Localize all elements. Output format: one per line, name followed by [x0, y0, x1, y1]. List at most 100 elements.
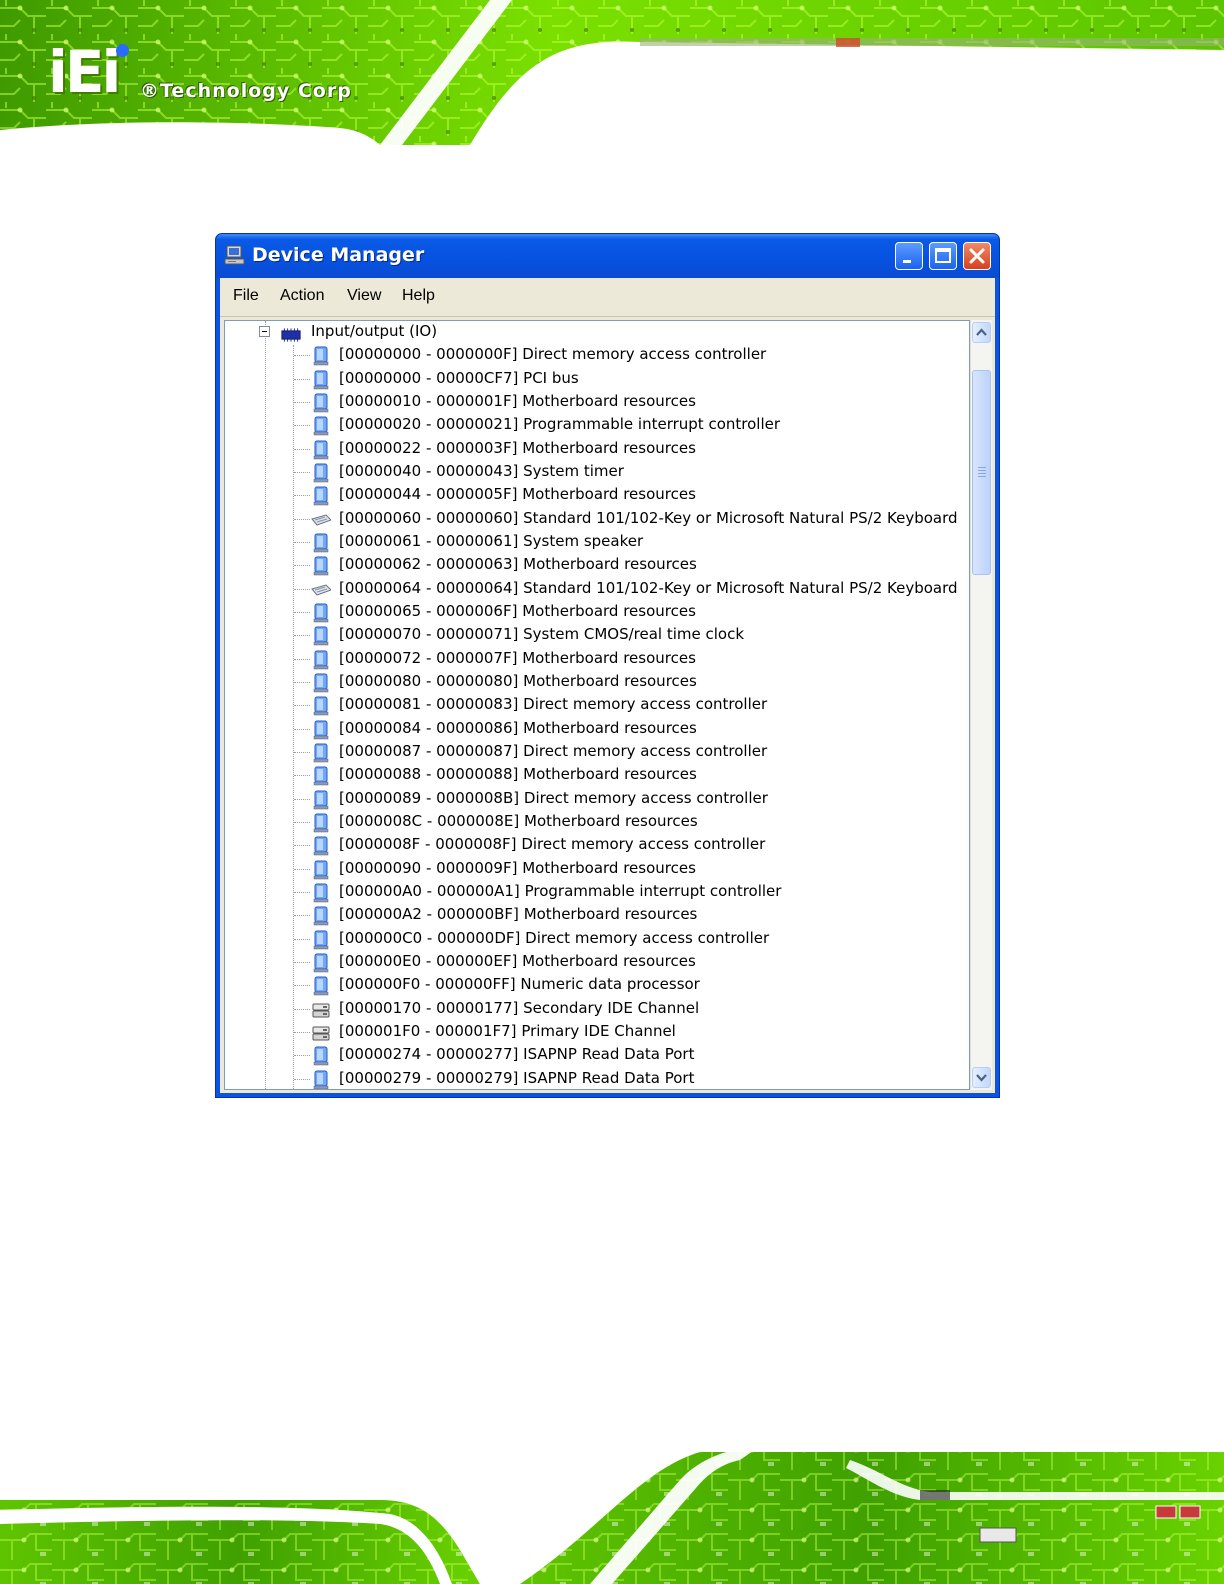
tree-item[interactable]: [000000A2 - 000000BF] Motherboard resour… — [225, 904, 965, 927]
tree-item-label: [000000F0 - 000000FF] Numeric data proce… — [339, 975, 700, 993]
tree-item[interactable]: [00000000 - 0000000F] Direct memory acce… — [225, 344, 965, 367]
tree-item[interactable]: [00000080 - 00000080] Motherboard resour… — [225, 671, 965, 694]
content-area: Input/output (IO) [00000000 - 0000000F] … — [220, 317, 995, 1093]
tree-item[interactable]: [00000088 - 00000088] Motherboard resour… — [225, 764, 965, 787]
tree-item[interactable]: [00000000 - 00000CF7] PCI bus — [225, 368, 965, 391]
tree-item[interactable]: [000000E0 - 000000EF] Motherboard resour… — [225, 951, 965, 974]
io-range: [00000020 - 00000021] — [339, 415, 519, 433]
system-device-icon — [313, 813, 329, 833]
tree-item-label: [000000E0 - 000000EF] Motherboard resour… — [339, 952, 696, 970]
io-range: [00000060 - 00000060] — [339, 509, 519, 527]
vertical-scrollbar[interactable] — [970, 320, 992, 1090]
tree-connector — [294, 1009, 310, 1010]
system-device-icon — [313, 416, 329, 436]
tree-item[interactable]: [000000A0 - 000000A1] Programmable inter… — [225, 881, 965, 904]
tree-item[interactable]: [00000065 - 0000006F] Motherboard resour… — [225, 601, 965, 624]
tree-item[interactable]: [00000170 - 00000177] Secondary IDE Chan… — [225, 998, 965, 1021]
device-name: Standard 101/102-Key or Microsoft Natura… — [523, 509, 958, 527]
menu-view[interactable]: View — [347, 287, 381, 305]
tree-item[interactable]: [00000064 - 00000064] Standard 101/102-K… — [225, 578, 965, 601]
tree-item[interactable]: [00000084 - 00000086] Motherboard resour… — [225, 718, 965, 741]
title-bar[interactable]: Device Manager — [216, 234, 999, 278]
io-range: [00000072 - 0000007F] — [339, 649, 518, 667]
tree-item[interactable]: [0000008C - 0000008E] Motherboard resour… — [225, 811, 965, 834]
tree-item[interactable]: [00000044 - 0000005F] Motherboard resour… — [225, 484, 965, 507]
system-device-icon — [313, 790, 329, 810]
io-range: [00000070 - 00000071] — [339, 625, 519, 643]
tree-connector — [294, 962, 310, 963]
tree-connector — [294, 402, 310, 403]
tree-connector — [294, 449, 310, 450]
device-name: Direct memory access controller — [523, 695, 768, 713]
io-range: [00000090 - 0000009F] — [339, 859, 518, 877]
tree-item-label: [00000088 - 00000088] Motherboard resour… — [339, 765, 697, 783]
maximize-button[interactable] — [929, 242, 957, 270]
tree-item[interactable]: [000000F0 - 000000FF] Numeric data proce… — [225, 974, 965, 997]
tree-item[interactable]: [00000060 - 00000060] Standard 101/102-K… — [225, 508, 965, 531]
scroll-up-button[interactable] — [972, 322, 991, 343]
scrollbar-thumb[interactable] — [972, 370, 991, 575]
device-name: Direct memory access controller — [521, 835, 766, 853]
io-range: [00000040 - 00000043] — [339, 462, 519, 480]
menu-help[interactable]: Help — [402, 287, 435, 305]
scroll-up-arrow-icon — [976, 328, 987, 336]
device-tree[interactable]: Input/output (IO) [00000000 - 0000000F] … — [224, 320, 970, 1090]
minimize-icon — [903, 260, 911, 263]
io-range: [00000064 - 00000064] — [339, 579, 519, 597]
device-name: Direct memory access controller — [523, 789, 768, 807]
system-device-icon — [313, 906, 329, 926]
tree-connector — [294, 752, 310, 753]
device-name: Direct memory access controller — [525, 929, 770, 947]
io-range: [00000044 - 0000005F] — [339, 485, 518, 503]
tree-item-label: [00000022 - 0000003F] Motherboard resour… — [339, 439, 696, 457]
tree-item-label: [00000274 - 00000277] ISAPNP Read Data P… — [339, 1045, 694, 1063]
tree-item[interactable]: [000001F0 - 000001F7] Primary IDE Channe… — [225, 1021, 965, 1044]
tree-item[interactable]: [00000090 - 0000009F] Motherboard resour… — [225, 858, 965, 881]
tree-item[interactable]: [00000062 - 00000063] Motherboard resour… — [225, 554, 965, 577]
device-name: Standard 101/102-Key or Microsoft Natura… — [523, 579, 958, 597]
tree-connector — [294, 495, 310, 496]
device-name: Motherboard resources — [522, 649, 696, 667]
thumb-grip — [978, 470, 986, 471]
tree-item[interactable]: [00000022 - 0000003F] Motherboard resour… — [225, 438, 965, 461]
io-range: [00000000 - 0000000F] — [339, 345, 518, 363]
tree-item[interactable]: [00000087 - 00000087] Direct memory acce… — [225, 741, 965, 764]
tree-item-label: [0000008C - 0000008E] Motherboard resour… — [339, 812, 698, 830]
tree-item-label: [00000084 - 00000086] Motherboard resour… — [339, 719, 697, 737]
tree-item[interactable]: [00000010 - 0000001F] Motherboard resour… — [225, 391, 965, 414]
tree-connector — [294, 1032, 310, 1033]
tree-item[interactable]: [00000279 - 00000279] ISAPNP Read Data P… — [225, 1068, 965, 1089]
tree-connector — [294, 845, 310, 846]
tree-item[interactable]: [00000274 - 00000277] ISAPNP Read Data P… — [225, 1044, 965, 1067]
tree-item[interactable]: [00000089 - 0000008B] Direct memory acce… — [225, 788, 965, 811]
close-button[interactable] — [963, 242, 991, 270]
thumb-grip — [978, 467, 986, 468]
device-name: Programmable interrupt controller — [523, 415, 781, 433]
tree-connector — [294, 425, 310, 426]
tree-item-label: [00000040 - 00000043] System timer — [339, 462, 624, 480]
tree-item[interactable]: [00000070 - 00000071] System CMOS/real t… — [225, 624, 965, 647]
menu-file[interactable]: File — [233, 287, 259, 305]
tree-item[interactable]: [00000020 - 00000021] Programmable inter… — [225, 414, 965, 437]
tree-connector — [294, 1055, 310, 1056]
system-device-icon — [313, 860, 329, 880]
system-device-icon — [313, 1070, 329, 1089]
device-name: System CMOS/real time clock — [523, 625, 745, 643]
menu-action[interactable]: Action — [280, 287, 324, 305]
tree-item[interactable]: [00000061 - 00000061] System speaker — [225, 531, 965, 554]
collapse-toggle[interactable] — [259, 326, 270, 337]
system-device-icon — [313, 463, 329, 483]
io-range: [00000000 - 00000CF7] — [339, 369, 519, 387]
tree-item[interactable]: [0000008F - 0000008F] Direct memory acce… — [225, 834, 965, 857]
tree-item[interactable]: [00000040 - 00000043] System timer — [225, 461, 965, 484]
scroll-down-button[interactable] — [972, 1067, 991, 1088]
io-range: [0000008F - 0000008F] — [339, 835, 517, 853]
tree-item[interactable]: [00000072 - 0000007F] Motherboard resour… — [225, 648, 965, 671]
scroll-down-arrow-icon — [976, 1074, 987, 1082]
tree-root-item[interactable]: Input/output (IO) — [225, 321, 965, 344]
minimize-button[interactable] — [895, 242, 923, 270]
tree-item-label: [000001F0 - 000001F7] Primary IDE Channe… — [339, 1022, 676, 1040]
tree-item[interactable]: [00000081 - 00000083] Direct memory acce… — [225, 694, 965, 717]
menu-bar: File Action View Help — [220, 278, 995, 317]
tree-item[interactable]: [000000C0 - 000000DF] Direct memory acce… — [225, 928, 965, 951]
